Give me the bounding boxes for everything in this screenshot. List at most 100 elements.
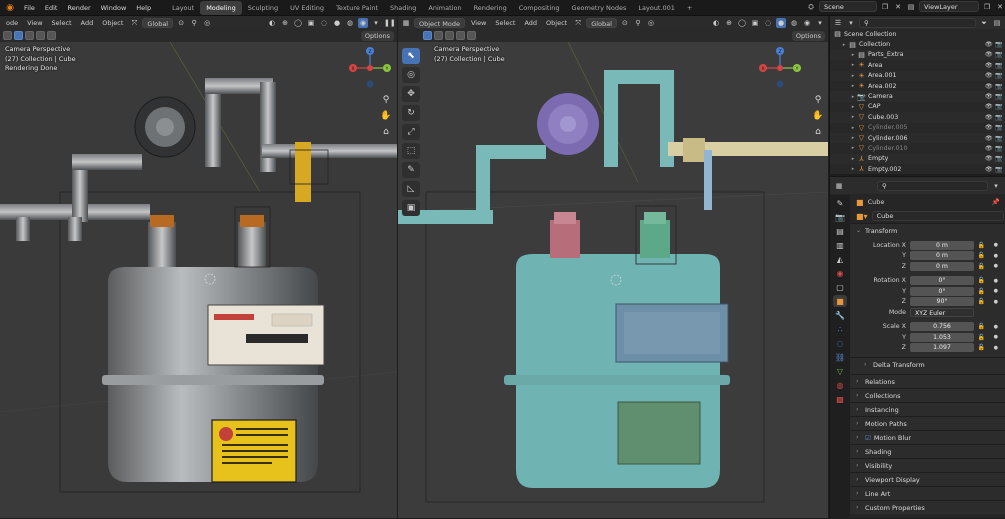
scale-tool-icon[interactable]: ⤢ <box>402 124 420 140</box>
options-dropdown-icon[interactable]: ▾ <box>991 181 1001 191</box>
menu-view-right[interactable]: View <box>468 19 489 27</box>
outliner-item[interactable]: ▸ ☀ Area 👁 📷 <box>830 60 1005 70</box>
gizmo-toggle-icon[interactable]: ⊕ <box>280 18 290 28</box>
mode-chip-r1[interactable] <box>423 31 432 40</box>
xray-icon-right[interactable]: ▣ <box>750 18 760 28</box>
add-workspace-button[interactable]: + <box>681 1 698 15</box>
tab-layout[interactable]: Layout <box>166 1 200 15</box>
delta-transform-header[interactable]: › Delta Transform <box>850 357 1005 371</box>
shading-material-icon-right[interactable]: ◍ <box>789 18 799 28</box>
properties-type-icon[interactable]: ▦ <box>834 181 844 191</box>
expand-arrow-icon[interactable]: ▸ <box>849 62 857 68</box>
tab-rendering[interactable]: Rendering <box>468 1 513 15</box>
pivot-icon[interactable]: ⊙ <box>176 18 186 28</box>
camera-view-icon[interactable]: ⌂ <box>380 126 392 138</box>
view-layer-tab-icon[interactable]: ▥ <box>833 239 847 251</box>
outliner-item[interactable]: ▸ ▽ Cylinder.005 👁 📷 <box>830 123 1005 133</box>
eye-icon[interactable]: 👁 <box>985 114 993 121</box>
select-box-tool-icon[interactable]: ⬉ <box>402 48 420 64</box>
lock-icon[interactable]: 🔓 <box>978 344 985 351</box>
section-collections[interactable]: › Collections <box>850 388 1005 402</box>
keyframe-dot-icon[interactable]: ● <box>994 263 998 269</box>
new-collection-icon[interactable]: ▤ <box>992 18 1002 28</box>
render-camera-icon[interactable]: 📷 <box>995 51 1002 58</box>
mode-chip-5[interactable] <box>47 31 56 40</box>
overlay-icon[interactable]: ◯ <box>293 18 303 28</box>
menu-help[interactable]: Help <box>131 0 156 16</box>
shading-dropdown-icon-right[interactable]: ▾ <box>815 18 825 28</box>
tab-geometry-nodes[interactable]: Geometry Nodes <box>566 1 633 15</box>
render-camera-icon[interactable]: 📷 <box>995 103 1002 110</box>
menu-render[interactable]: Render <box>62 0 95 16</box>
outliner-item[interactable]: ▸ ▽ Cube.003 👁 📷 <box>830 112 1005 123</box>
keyframe-dot-icon[interactable]: ● <box>994 345 998 351</box>
menu-file[interactable]: File <box>19 0 40 16</box>
lock-icon[interactable]: 🔓 <box>978 288 985 295</box>
rotation-y-field[interactable]: 0° <box>910 286 974 296</box>
section-relations[interactable]: › Relations <box>850 374 1005 388</box>
eye-icon[interactable]: 👁 <box>985 41 993 48</box>
eye-icon[interactable]: 👁 <box>985 124 993 131</box>
menu-edit[interactable]: Edit <box>40 0 63 16</box>
outliner-item[interactable]: ▸ ▽ Cylinder.010 👁 📷 <box>830 143 1005 153</box>
xray-icon[interactable]: ▣ <box>306 18 316 28</box>
lock-icon[interactable]: 🔓 <box>978 252 985 259</box>
proportional-icon[interactable]: ◎ <box>202 18 212 28</box>
close-scene-icon[interactable]: ✕ <box>893 2 903 12</box>
filter-icon[interactable]: ⏷ <box>979 18 989 28</box>
lock-icon[interactable]: 🔓 <box>978 277 985 284</box>
section-motion-paths[interactable]: › Motion Paths <box>850 416 1005 430</box>
expand-arrow-icon[interactable]: ▸ <box>849 166 857 172</box>
output-tab-icon[interactable]: ▤ <box>833 225 847 237</box>
shading-rendered-icon-right[interactable]: ◉ <box>802 18 812 28</box>
shading-wire-icon-right[interactable]: ◌ <box>763 18 773 28</box>
close-view-layer-icon[interactable]: ✕ <box>995 2 1005 12</box>
tab-animation[interactable]: Animation <box>422 1 467 15</box>
outliner-item[interactable]: ▸ ▽ CAP 👁 📷 <box>830 102 1005 112</box>
viewport-rendered[interactable]: ode View Select Add Object ⤧ Global ⊙ ⚲ … <box>0 16 397 518</box>
scene-field[interactable]: Scene <box>819 1 877 12</box>
rotation-x-field[interactable]: 0° <box>910 276 974 286</box>
pause-render-icon[interactable]: ❚❚ <box>384 18 396 28</box>
section-line-art[interactable]: › Line Art <box>850 486 1005 500</box>
pivot-icon-right[interactable]: ⊙ <box>620 18 630 28</box>
visibility-icon-right[interactable]: ◐ <box>711 18 721 28</box>
tab-compositing[interactable]: Compositing <box>513 1 566 15</box>
move-tool-icon[interactable]: ✥ <box>402 86 420 102</box>
menu-view[interactable]: View <box>24 19 45 27</box>
shading-solid-icon[interactable]: ● <box>332 18 342 28</box>
mode-chip-3[interactable] <box>25 31 34 40</box>
tab-sculpting[interactable]: Sculpting <box>242 1 284 15</box>
menu-object-right[interactable]: Object <box>543 19 570 27</box>
render-camera-icon[interactable]: 📷 <box>995 114 1002 121</box>
collection-tab-icon[interactable]: ▢ <box>833 281 847 293</box>
outliner-item[interactable]: ▸ ▽ Cylinder.006 👁 📷 <box>830 132 1005 144</box>
menu-select-right[interactable]: Select <box>492 19 518 27</box>
outliner-item[interactable]: ▸ ☀ Area.001 👁 📷 <box>830 70 1005 81</box>
pin-icon[interactable]: 📌 <box>992 198 1000 206</box>
copy-view-layer-icon[interactable]: ❐ <box>982 2 992 12</box>
properties-search[interactable]: ⚲ <box>877 180 988 191</box>
object-name-field[interactable]: Cube <box>871 211 1004 221</box>
location-z-field[interactable]: 0 m <box>910 261 974 271</box>
eye-icon[interactable]: 👁 <box>985 93 993 100</box>
lock-icon[interactable]: 🔓 <box>978 298 985 305</box>
eye-icon[interactable]: 👁 <box>985 62 993 69</box>
object-mode-dropdown[interactable]: Object Mode <box>414 17 465 28</box>
zoom-icon-right[interactable]: ⚲ <box>812 94 824 106</box>
tab-shading[interactable]: Shading <box>384 1 422 15</box>
annotate-tool-icon[interactable]: ✎ <box>402 162 420 178</box>
keyframe-dot-icon[interactable]: ● <box>994 278 998 284</box>
menu-object[interactable]: Object <box>99 19 126 27</box>
tab-texture-paint[interactable]: Texture Paint <box>330 1 384 15</box>
outliner-item[interactable]: ▸ ☀ Area.002 👁 📷 <box>830 81 1005 91</box>
expand-arrow-icon[interactable]: ▸ <box>849 104 857 110</box>
mode-chip-2[interactable] <box>14 31 23 40</box>
eye-icon[interactable]: 👁 <box>985 155 993 162</box>
eye-icon[interactable]: 👁 <box>985 166 993 173</box>
mode-chip-r4[interactable] <box>456 31 465 40</box>
measure-tool-icon[interactable]: ◺ <box>402 181 420 197</box>
rotate-tool-icon[interactable]: ↻ <box>402 105 420 121</box>
transform-panel-header[interactable]: ⌄ Transform <box>850 223 1005 237</box>
section-viewport-display[interactable]: › Viewport Display <box>850 472 1005 486</box>
